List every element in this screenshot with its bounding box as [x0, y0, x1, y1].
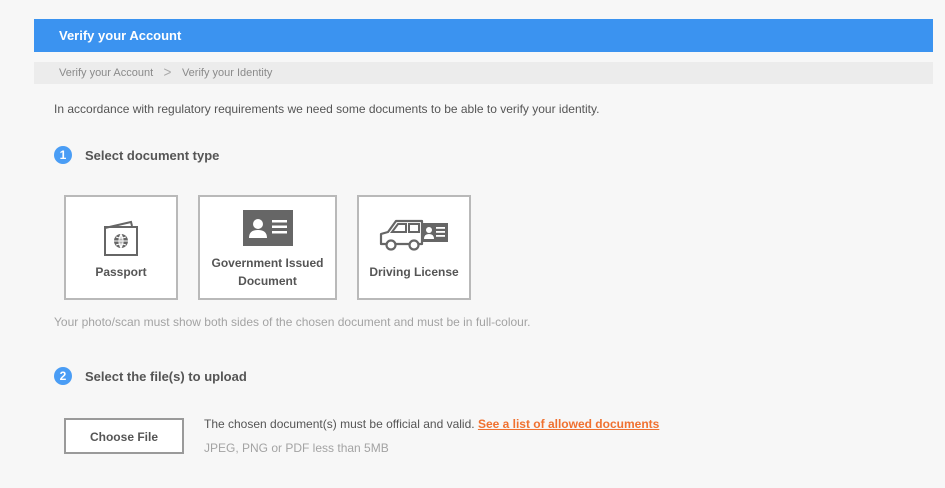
verify-account-page: Verify your Account Verify your Account …: [0, 0, 945, 488]
allowed-file-types: JPEG, PNG or PDF less than 5MB: [204, 441, 389, 455]
breadcrumb-item-verify-identity: Verify your Identity: [181, 67, 273, 79]
photo-requirement-note: Your photo/scan must show both sides of …: [54, 315, 531, 329]
document-option-label: Passport: [95, 265, 147, 279]
id-card-icon: [242, 210, 293, 246]
breadcrumb-item-verify-account[interactable]: Verify your Account: [59, 62, 153, 84]
document-option-label: Government Issued Document: [211, 256, 324, 288]
document-option-label: Driving License: [369, 265, 459, 279]
page-header: Verify your Account: [34, 19, 933, 52]
file-validity-note: The chosen document(s) must be official …: [204, 417, 475, 431]
step-2-heading: 2 Select the file(s) to upload: [54, 367, 247, 385]
passport-icon: [104, 220, 138, 256]
car-license-icon: [379, 219, 448, 251]
choose-file-button[interactable]: Choose File: [64, 418, 184, 454]
step-1-label: Select document type: [85, 147, 220, 163]
allowed-documents-link[interactable]: See a list of allowed documents: [478, 417, 659, 431]
step-2-label: Select the file(s) to upload: [85, 368, 247, 384]
breadcrumb: Verify your Account > Verify your Identi…: [34, 62, 933, 84]
intro-text: In accordance with regulatory requiremen…: [54, 102, 600, 116]
file-requirements-text: The chosen document(s) must be official …: [204, 417, 659, 431]
document-option-passport[interactable]: Passport: [64, 195, 178, 300]
step-2-badge: 2: [54, 367, 72, 385]
header-title: Verify your Account: [59, 28, 182, 43]
step-1-heading: 1 Select document type: [54, 146, 219, 164]
breadcrumb-separator: >: [163, 64, 172, 81]
document-option-driving-license[interactable]: Driving License: [357, 195, 471, 300]
step-1-badge: 1: [54, 146, 72, 164]
document-option-government-id[interactable]: Government Issued Document: [198, 195, 337, 300]
